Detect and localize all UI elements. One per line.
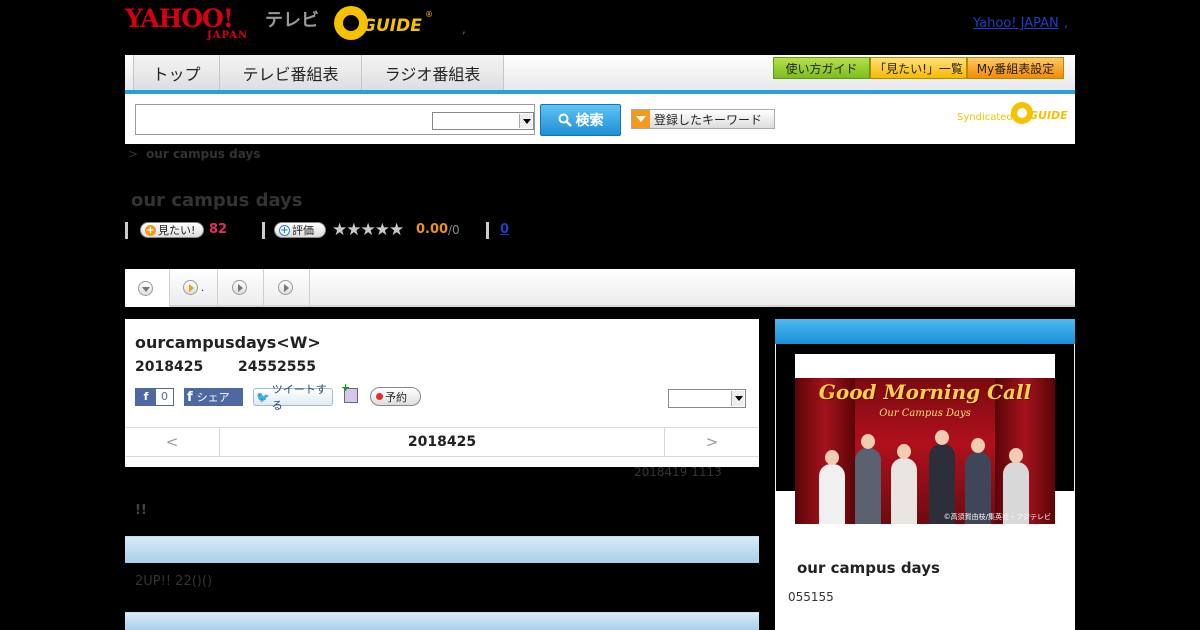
episode-description: 2UP!! 22()() [135,574,213,589]
page-title: our campus days [131,190,303,211]
episode-date: 2018425 [135,359,204,375]
next-date-button[interactable]: > [664,428,759,456]
reserve-label: 予約 [385,390,407,404]
rating-stars: ★★★★★ [332,220,404,240]
tweet-label: ツイートする [271,383,327,412]
cast-figure [819,450,845,524]
breadcrumb: > our campus days [128,147,260,161]
saved-keywords-label: 登録したキーワード [654,112,763,127]
yahoo-japan-logo[interactable]: YAHOO! JAPAN [125,6,263,42]
current-date: 2018425 [407,434,477,450]
want-list-button[interactable]: 「見たい!」一覧 [870,57,967,79]
section-header-band [125,536,759,563]
episode-time: 24552555 [238,359,316,375]
chevron-down-icon [138,280,153,296]
header-dot: , [462,22,466,36]
thumbnail-title: Good Morning Call [818,380,1032,404]
facebook-icon: f [187,389,193,405]
want-to-watch-button[interactable]: + 見たい! [140,222,204,238]
date-pager: < 2018425 > [125,427,759,457]
program-stats: + 見たい! 82 + 評価 ★★★★★ 0.00 /0 0 [125,220,725,240]
yahoo-japan-link[interactable]: Yahoo! JAPAN [973,16,1059,31]
program-thumbnail[interactable]: Good Morning Call Our Campus Days ©高須賀由枝… [795,378,1055,524]
gguide-logo[interactable]: GUIDE ® [334,6,434,40]
divider [125,222,128,239]
search-bar: 検索 登録したキーワード Syndicated GUIDE [125,94,1075,144]
tv-logo-text[interactable]: テレビ [265,6,319,32]
side-program-number: 055155 [788,590,834,604]
episode-headline: !! [135,503,147,518]
thumbnail-caption: ©高須賀由枝/集英社・フジテレビ [943,513,1051,521]
plus-icon: + [279,224,290,236]
japan-logo-text: JAPAN [207,30,249,41]
global-nav: トップ テレビ番組表 ラジオ番組表 使い方ガイド 「見たい!」一覧 My番組表設… [125,55,1075,94]
facebook-share-label: シェア [196,391,230,404]
thumbnail-subtitle: Our Campus Days [879,408,971,419]
breadcrumb-current: our campus days [146,147,261,161]
saved-keywords-button[interactable]: 登録したキーワード [631,109,775,129]
tab-episodes[interactable]: . [170,269,218,305]
syndicated-label: Syndicated [957,112,1013,123]
chevron-down-icon [519,114,532,128]
tab-program-info[interactable] [125,269,170,307]
add-calendar-icon[interactable] [341,381,358,403]
facebook-like-button[interactable]: f 0 [135,388,174,406]
triangle-down-icon [632,110,650,128]
reserve-recording-button[interactable]: 予約 [370,387,421,406]
episode-card: ourcampusdays<W> 2018425 24552555 f 0 f … [125,319,759,467]
side-panel-header [775,319,1075,344]
search-button[interactable]: 検索 [540,104,621,136]
facebook-icon: f [136,389,156,405]
play-icon [231,279,247,295]
record-dot-icon [376,393,383,400]
facebook-like-count: 0 [156,389,173,405]
side-program-title[interactable]: our campus days [797,559,940,577]
plus-icon: + [145,224,156,236]
nav-tab-top[interactable]: トップ [133,55,220,90]
search-button-label: 検索 [575,113,604,129]
nav-tab-radio-listings[interactable]: ラジオ番組表 [362,55,504,90]
content-tabs: . [125,269,1075,307]
registered-mark: ® [425,10,433,19]
rating-max: /0 [448,223,460,237]
header-link-separator: , [1064,16,1069,31]
tweet-button[interactable]: 🐦 ツイートする [253,383,333,412]
breadcrumb-separator: > [128,147,139,161]
cast-figure [891,444,917,524]
search-category-select[interactable] [432,112,534,130]
twitter-bird-icon: 🐦 [256,390,270,404]
divider [486,222,489,239]
tab-reviews[interactable] [218,269,264,305]
divider [262,222,265,239]
tab-related[interactable] [264,269,310,305]
rate-label: 評価 [292,224,314,237]
review-count-link[interactable]: 0 [500,222,509,237]
prev-date-button[interactable]: < [125,428,220,456]
want-to-watch-label: 見たい! [158,224,196,237]
syndicated-logo-text: GUIDE [1029,109,1068,122]
page: YAHOO! JAPAN テレビ GUIDE ® , Yahoo! JAPAN … [0,0,1200,630]
episode-title: ourcampusdays<W> [135,333,321,352]
guide-button[interactable]: 使い方ガイド [773,57,870,79]
yahoo-logo-text: YAHOO! [125,4,234,33]
gguide-logo-text: GUIDE [362,16,422,36]
want-count: 82 [209,222,228,237]
nav-tab-tv-listings[interactable]: テレビ番組表 [220,55,362,90]
cast-figure [855,434,881,524]
section-header-band [125,612,759,630]
facebook-share-button[interactable]: f シェア [184,388,243,406]
rating-score: 0.00 [416,222,449,237]
my-listings-settings-button[interactable]: My番組表設定 [967,57,1064,79]
play-icon [277,279,293,295]
rate-button[interactable]: + 評価 [274,222,326,238]
play-icon [182,279,198,295]
chevron-down-icon [731,391,744,406]
episode-select[interactable] [668,389,746,408]
syndicated-gguide-logo: GUIDE [1011,102,1071,126]
search-icon [558,113,572,127]
updated-timestamp: 2018419 1113 [634,465,722,479]
tab-label: . [200,280,205,294]
